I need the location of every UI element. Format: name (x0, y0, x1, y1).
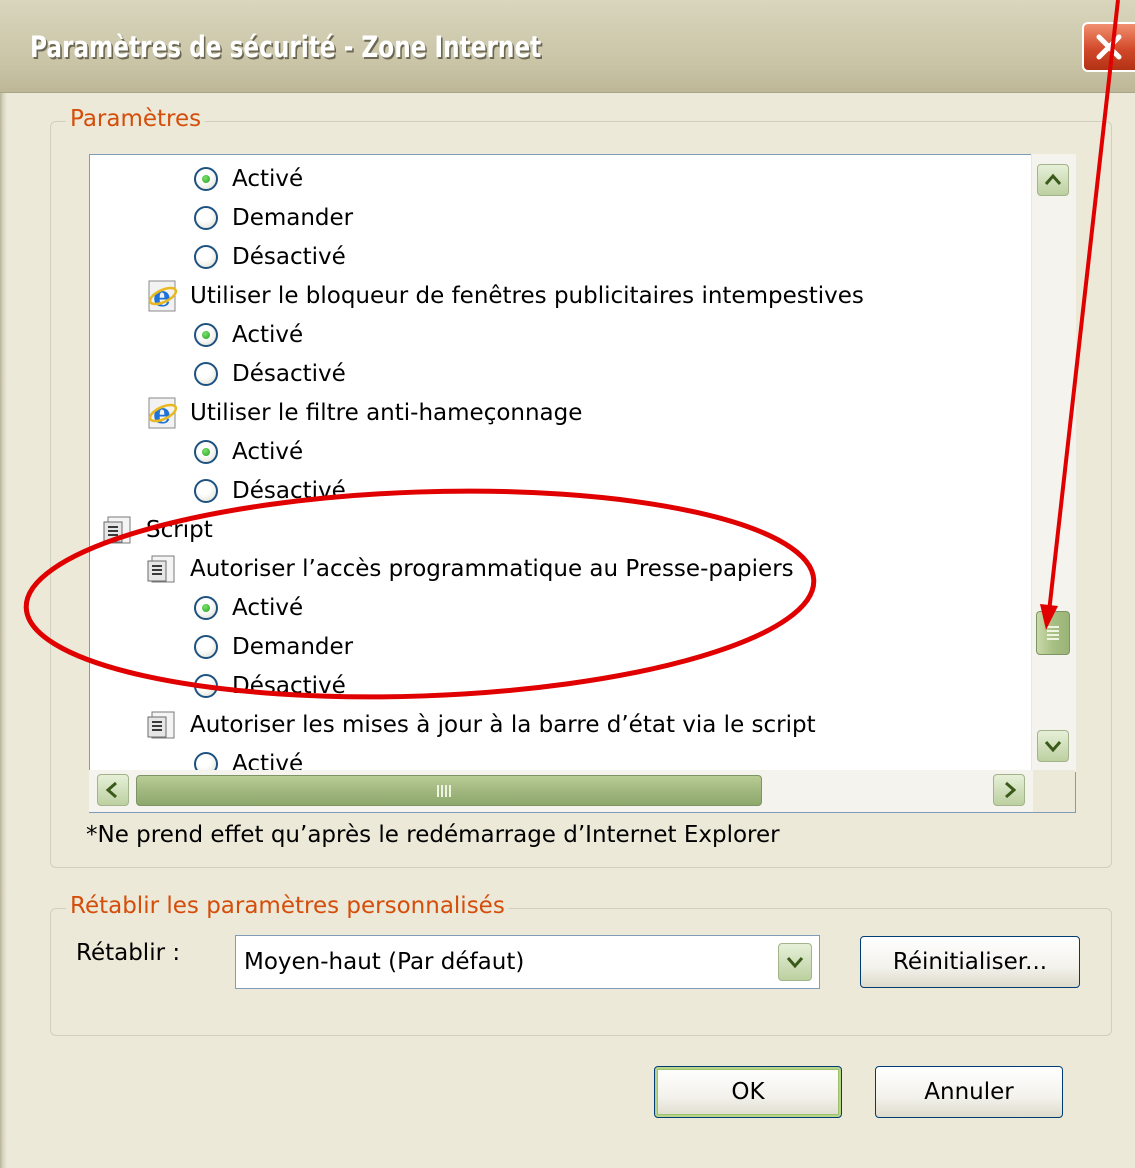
option-row[interactable]: Désactivé (194, 667, 346, 705)
setting-label: Utiliser le bloqueur de fenêtres publici… (190, 283, 864, 309)
horizontal-scroll-thumb[interactable] (136, 775, 762, 806)
reset-level-label: Rétablir : (76, 940, 181, 966)
radio-button[interactable] (194, 440, 218, 464)
radio-button[interactable] (194, 167, 218, 191)
option-row[interactable]: Activé (194, 433, 303, 471)
option-label: Activé (232, 595, 304, 621)
option-label: Demander (232, 634, 354, 660)
radio-button[interactable] (194, 206, 218, 230)
cancel-button[interactable]: Annuler (875, 1066, 1063, 1118)
setting-label: Autoriser l’accès programmatique au Pres… (190, 556, 794, 582)
option-row[interactable]: Activé (194, 160, 303, 198)
chevron-left-icon (105, 781, 117, 799)
setting-row: e Utiliser le filtre anti-hameçonnage (146, 394, 582, 432)
radio-button[interactable] (194, 245, 218, 269)
radio-button[interactable] (194, 362, 218, 386)
setting-row: e Utiliser le bloqueur de fenêtres publi… (146, 277, 864, 315)
option-row[interactable]: Activé (194, 589, 303, 627)
setting-label: Utiliser le filtre anti-hameçonnage (190, 400, 583, 426)
option-label: Activé (232, 322, 304, 348)
option-row[interactable]: Demander (194, 628, 353, 666)
option-label: Désactivé (232, 361, 346, 387)
chevron-up-icon (1044, 173, 1062, 185)
option-label: Activé (232, 439, 304, 465)
ok-button[interactable]: OK (654, 1066, 842, 1118)
scroll-up-button[interactable] (1037, 164, 1069, 196)
vertical-scroll-thumb[interactable] (1036, 611, 1070, 655)
security-level-dropdown-button[interactable] (778, 943, 812, 981)
scroll-right-button[interactable] (993, 774, 1025, 806)
window-border (0, 0, 7, 1168)
chevron-right-icon (1005, 781, 1017, 799)
reset-group-legend: Rétablir les paramètres personnalisés (66, 893, 509, 919)
script-icon (147, 711, 175, 739)
option-row[interactable]: Désactivé (194, 238, 346, 276)
scroll-left-button[interactable] (97, 774, 129, 806)
reset-button[interactable]: Réinitialiser... (860, 936, 1080, 988)
radio-button[interactable] (194, 674, 218, 698)
security-level-value: Moyen-haut (Par défaut) (244, 949, 525, 975)
radio-button[interactable] (194, 596, 218, 620)
script-icon (103, 516, 131, 544)
option-label: Demander (232, 205, 354, 231)
settings-tree-list[interactable]: Activé Demander Désactivé e Utiliser le … (89, 154, 1076, 813)
setting-label: Autoriser les mises à jour à la barre d’… (190, 712, 816, 738)
scroll-down-button[interactable] (1037, 730, 1069, 762)
close-button[interactable] (1082, 22, 1135, 72)
vertical-scrollbar[interactable] (1031, 154, 1076, 772)
window-title: Paramètres de sécurité - Zone Internet (30, 30, 542, 64)
grip-icon (1047, 626, 1059, 640)
svg-text:e: e (153, 397, 171, 430)
setting-row: Autoriser l’accès programmatique au Pres… (146, 550, 794, 588)
script-icon (147, 555, 175, 583)
option-row[interactable]: Activé (194, 316, 303, 354)
svg-text:e: e (153, 280, 171, 313)
option-row[interactable]: Désactivé (194, 355, 346, 393)
scrollbar-corner (1033, 770, 1075, 812)
option-label: Désactivé (232, 673, 346, 699)
internet-explorer-icon: e (148, 280, 178, 313)
setting-row: Autoriser les mises à jour à la barre d’… (146, 706, 816, 744)
close-icon (1096, 34, 1122, 60)
internet-explorer-icon: e (148, 397, 178, 430)
security-level-select[interactable]: Moyen-haut (Par défaut) (235, 935, 820, 989)
restart-note: *Ne prend effet qu’après le redémarrage … (86, 822, 780, 848)
radio-button[interactable] (194, 635, 218, 659)
title-bar[interactable]: Paramètres de sécurité - Zone Internet (0, 0, 1135, 93)
option-label: Désactivé (232, 244, 346, 270)
settings-group-legend: Paramètres (66, 106, 206, 132)
category-label: Script (146, 517, 213, 543)
chevron-down-icon (786, 957, 804, 969)
grip-icon (437, 785, 451, 797)
radio-button[interactable] (194, 479, 218, 503)
option-row[interactable]: Désactivé (194, 472, 346, 510)
option-row[interactable]: Demander (194, 199, 353, 237)
option-label: Désactivé (232, 478, 346, 504)
radio-button[interactable] (194, 323, 218, 347)
security-settings-dialog: Paramètres de sécurité - Zone Internet P… (0, 0, 1135, 1168)
option-label: Activé (232, 166, 304, 192)
category-row: Script (102, 511, 213, 549)
chevron-down-icon (1044, 741, 1062, 753)
